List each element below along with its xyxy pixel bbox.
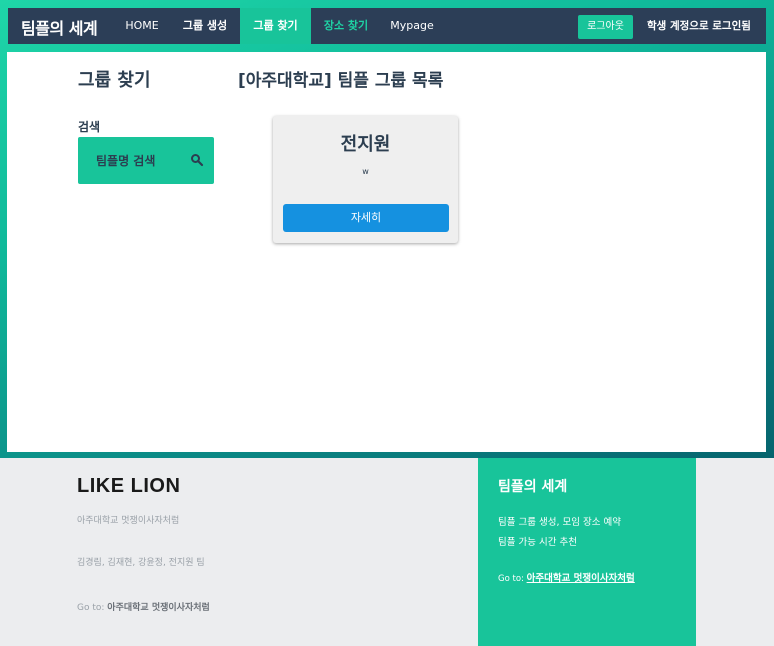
detail-button[interactable]: 자세히 — [283, 204, 449, 232]
like-lion-logo: LIKE LION — [77, 475, 181, 497]
footer-panel-goto-link[interactable]: 아주대학교 멋쟁이사자처럼 — [527, 573, 635, 584]
top-navbar: 팀플의 세계 HOME 그룹 생성 그룹 찾기 장소 찾기 Mypage 로그아… — [8, 8, 766, 44]
search-input[interactable]: 팀플명 검색 — [78, 137, 214, 184]
footer-goto-prefix: Go to: — [77, 603, 105, 613]
search-label: 검색 — [78, 120, 101, 134]
page-background: 팀플의 세계 HOME 그룹 생성 그룹 찾기 장소 찾기 Mypage 로그아… — [0, 0, 774, 458]
main-content: 그룹 찾기 [아주대학교] 팀플 그룹 목록 검색 팀플명 검색 전지원 w 자… — [7, 52, 766, 452]
group-description: w — [362, 167, 369, 176]
group-card: 전지원 w 자세히 — [273, 116, 458, 243]
footer-goto: Go to: 아주대학교 멋쟁이사자처럼 — [77, 600, 210, 613]
nav-mypage[interactable]: Mypage — [386, 8, 438, 44]
footer-info-panel: 팀플의 세계 팀플 그룹 생성, 모임 장소 예약 팀플 가능 시간 추천 Go… — [478, 458, 696, 646]
brand-logo[interactable]: 팀플의 세계 — [21, 15, 98, 39]
group-name: 전지원 — [340, 134, 391, 155]
footer-goto-link[interactable]: 아주대학교 멋쟁이사자처럼 — [107, 603, 210, 613]
group-list-title: [아주대학교] 팀플 그룹 목록 — [238, 71, 444, 91]
footer-panel-line1: 팀플 그룹 생성, 모임 장소 예약 — [498, 517, 621, 528]
footer-org: 아주대학교 멋쟁이사자처럼 — [77, 516, 180, 526]
footer-team: 김경림, 김재현, 강윤정, 전지원 팀 — [77, 558, 205, 568]
search-placeholder: 팀플명 검색 — [96, 154, 156, 168]
login-status: 학생 계정으로 로그인됨 — [647, 20, 751, 32]
footer-panel-line2: 팀플 가능 시간 추천 — [498, 537, 577, 548]
footer-panel-goto: Go to: 아주대학교 멋쟁이사자처럼 — [498, 570, 635, 584]
search-icon[interactable] — [190, 153, 204, 167]
footer-panel-goto-prefix: Go to: — [498, 574, 524, 584]
footer-panel-title: 팀플의 세계 — [498, 479, 568, 495]
nav-find-place[interactable]: 장소 찾기 — [314, 8, 378, 44]
footer: LIKE LION 아주대학교 멋쟁이사자처럼 김경림, 김재현, 강윤정, 전… — [0, 458, 774, 646]
logout-button[interactable]: 로그아웃 — [578, 15, 633, 39]
page-title: 그룹 찾기 — [78, 70, 151, 91]
nav-find-group[interactable]: 그룹 찾기 — [240, 8, 311, 44]
nav-home[interactable]: HOME — [118, 8, 166, 44]
nav-create-group[interactable]: 그룹 생성 — [174, 8, 236, 44]
